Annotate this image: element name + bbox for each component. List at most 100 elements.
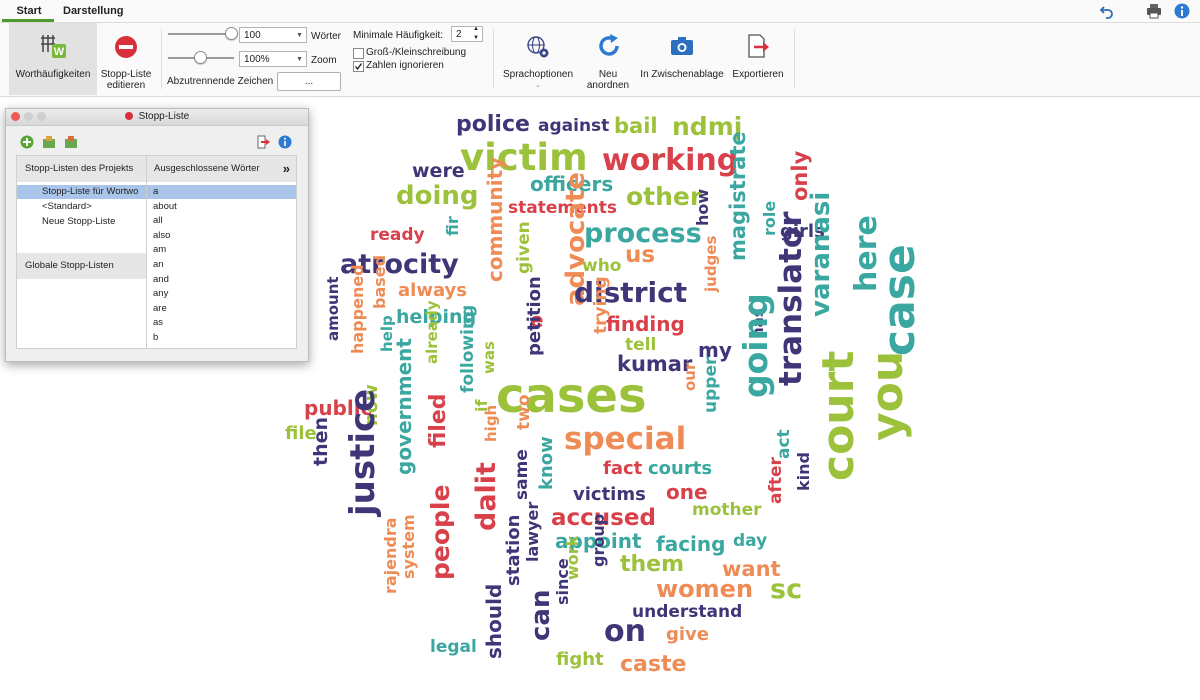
cloud-word[interactable]: going: [736, 293, 775, 398]
info-icon[interactable]: [1174, 3, 1190, 19]
cloud-word[interactable]: same: [512, 449, 532, 500]
cloud-word[interactable]: us: [625, 244, 655, 267]
cloud-word[interactable]: high: [482, 405, 500, 442]
cloud-word[interactable]: following: [458, 305, 478, 393]
cloud-word[interactable]: based: [370, 255, 389, 309]
ignore-numbers-checkbox[interactable]: [353, 61, 364, 72]
cloud-word[interactable]: our: [681, 363, 699, 391]
cloud-word[interactable]: facing: [656, 534, 725, 554]
excluded-word-item[interactable]: an: [147, 258, 296, 272]
words-combo[interactable]: 100 ▼: [239, 27, 307, 43]
cloud-word[interactable]: case: [874, 244, 925, 356]
print-icon[interactable]: [1146, 3, 1162, 19]
cloud-word[interactable]: were: [412, 162, 465, 181]
export-list-icon[interactable]: [256, 135, 270, 149]
word-frequencies-button[interactable]: W Worthäufigkeiten: [9, 23, 97, 95]
cloud-word[interactable]: given: [514, 221, 534, 274]
cloud-word[interactable]: know: [536, 436, 557, 490]
cloud-word[interactable]: caste: [620, 654, 686, 676]
cloud-word[interactable]: give: [666, 626, 709, 644]
cloud-word[interactable]: doing: [396, 183, 479, 209]
cloud-word[interactable]: happened: [348, 264, 367, 354]
cloud-word[interactable]: justice: [343, 389, 383, 516]
window-close-button[interactable]: [11, 112, 20, 121]
cloud-word[interactable]: system: [399, 514, 418, 579]
cloud-word[interactable]: then: [310, 417, 332, 466]
cloud-word[interactable]: petition: [524, 276, 545, 356]
cloud-word[interactable]: courts: [648, 460, 712, 478]
expand-icon[interactable]: »: [283, 156, 290, 182]
add-list-icon[interactable]: [20, 135, 34, 149]
cloud-word[interactable]: community: [483, 157, 507, 282]
words-slider-handle[interactable]: [225, 27, 238, 40]
cloud-word[interactable]: people: [426, 485, 455, 580]
export-button[interactable]: Exportieren: [728, 23, 788, 95]
excluded-word-item[interactable]: are: [147, 302, 296, 316]
cloud-word[interactable]: judges: [702, 236, 720, 292]
cloud-word[interactable]: legal: [430, 639, 477, 656]
cloud-word[interactable]: day: [733, 533, 767, 550]
cloud-word[interactable]: fight: [556, 651, 604, 669]
stop-list-item[interactable]: Neue Stopp-Liste: [17, 215, 146, 229]
excluded-word-item[interactable]: as: [147, 316, 296, 330]
zoom-combo[interactable]: 100% ▼: [239, 51, 307, 67]
cloud-word[interactable]: since: [553, 558, 572, 605]
cloud-word[interactable]: was: [480, 341, 498, 374]
cloud-word[interactable]: always: [398, 282, 467, 300]
excluded-word-item[interactable]: b: [147, 331, 296, 345]
cloud-word[interactable]: filed: [426, 393, 451, 448]
cloud-word[interactable]: government: [392, 338, 416, 475]
cloud-word[interactable]: dalit: [471, 462, 502, 531]
cloud-word[interactable]: rajendra: [381, 517, 400, 594]
cloud-word[interactable]: amount: [324, 276, 342, 341]
language-options-button[interactable]: Sprachoptionen ⌄: [500, 23, 576, 95]
excluded-word-item[interactable]: all: [147, 214, 296, 228]
cloud-word[interactable]: can: [526, 590, 556, 641]
cloud-word[interactable]: fact: [603, 460, 642, 478]
cloud-word[interactable]: victims: [573, 486, 646, 504]
cloud-word[interactable]: already: [423, 301, 441, 364]
cloud-word[interactable]: lawyer: [523, 502, 542, 562]
excluded-word-item[interactable]: am: [147, 243, 296, 257]
cloud-word[interactable]: bail: [614, 116, 658, 137]
cloud-word[interactable]: against: [538, 118, 609, 135]
stop-list-item[interactable]: <Standard>: [17, 200, 146, 214]
cloud-word[interactable]: mother: [692, 502, 762, 519]
zoom-slider-handle[interactable]: [194, 51, 207, 64]
stop-list-window-titlebar[interactable]: Stopp-Liste: [6, 109, 308, 126]
cloud-word[interactable]: women: [656, 577, 753, 601]
rearrange-button[interactable]: Neu anordnen: [584, 23, 632, 95]
case-sensitivity-checkbox[interactable]: [353, 48, 364, 59]
cloud-word[interactable]: after: [766, 457, 786, 504]
cloud-word[interactable]: victim: [460, 139, 588, 176]
cloud-word[interactable]: finding: [606, 314, 685, 334]
window-zoom-button[interactable]: [37, 112, 46, 121]
cloud-word[interactable]: fir: [443, 216, 462, 236]
undo-icon[interactable]: [1099, 3, 1115, 19]
edit-list-icon[interactable]: [64, 135, 78, 149]
cloud-word[interactable]: upper: [701, 357, 721, 413]
import-list-icon[interactable]: [42, 135, 56, 149]
info-icon[interactable]: [278, 135, 292, 149]
edit-stop-list-button[interactable]: Stopp-Liste editieren: [97, 23, 155, 95]
cloud-word[interactable]: police: [456, 114, 530, 136]
excluded-word-item[interactable]: about: [147, 200, 296, 214]
cloud-word[interactable]: magistrate: [726, 131, 750, 261]
cloud-word[interactable]: you: [862, 351, 913, 441]
window-minimize-button[interactable]: [24, 112, 33, 121]
excluded-word-item[interactable]: a: [147, 185, 296, 199]
cloud-word[interactable]: special: [564, 424, 686, 455]
cloud-word[interactable]: should: [482, 584, 506, 659]
cloud-word[interactable]: group: [589, 514, 608, 567]
cloud-word[interactable]: other: [626, 184, 702, 209]
cloud-word[interactable]: court: [813, 351, 864, 481]
excluded-word-item[interactable]: and: [147, 273, 296, 287]
excluded-word-item[interactable]: any: [147, 287, 296, 301]
separator-characters-button[interactable]: ...: [277, 72, 341, 91]
cloud-word[interactable]: on: [604, 617, 646, 647]
cloud-word[interactable]: two: [514, 394, 534, 430]
cloud-word[interactable]: ready: [370, 227, 425, 244]
cloud-word[interactable]: sc: [770, 576, 802, 603]
tab-start[interactable]: Start: [4, 5, 54, 17]
excluded-word-item[interactable]: also: [147, 229, 296, 243]
